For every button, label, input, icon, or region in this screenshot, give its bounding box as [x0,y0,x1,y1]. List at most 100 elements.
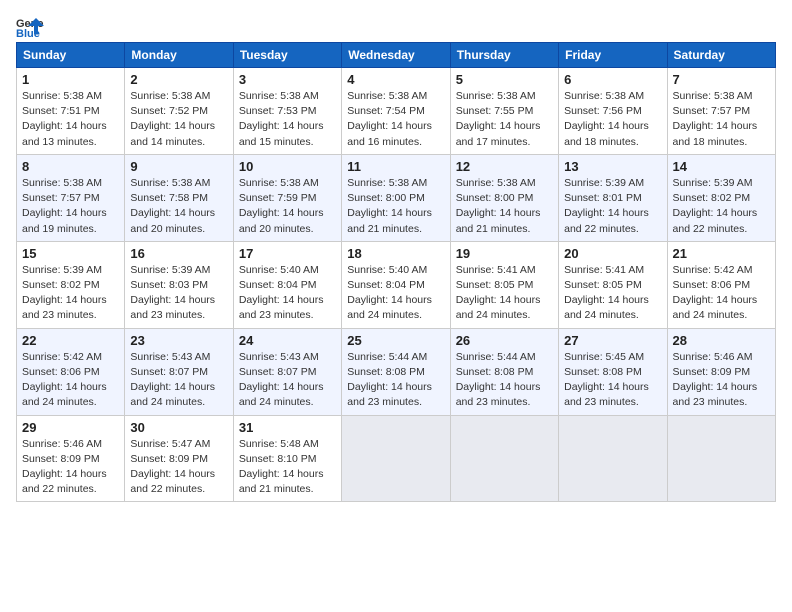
day-info: Sunrise: 5:41 AMSunset: 8:05 PMDaylight:… [564,263,661,324]
calendar-cell: 23 Sunrise: 5:43 AMSunset: 8:07 PMDayligh… [125,328,233,415]
day-info: Sunrise: 5:38 AMSunset: 7:53 PMDaylight:… [239,89,336,150]
calendar-cell: 9 Sunrise: 5:38 AMSunset: 7:58 PMDaylight… [125,154,233,241]
calendar-cell: 30Sunrise: 5:47 AMSunset: 8:09 PMDayligh… [125,415,233,502]
day-number: 12 [456,159,553,174]
calendar-cell: 11Sunrise: 5:38 AMSunset: 8:00 PMDayligh… [342,154,450,241]
calendar-cell: 7 Sunrise: 5:38 AMSunset: 7:57 PMDaylight… [667,68,775,155]
calendar-cell: 14 Sunrise: 5:39 AMSunset: 8:02 PMDayligh… [667,154,775,241]
calendar-cell: 15Sunrise: 5:39 AMSunset: 8:02 PMDayligh… [17,241,125,328]
day-info: Sunrise: 5:46 AMSunset: 8:09 PMDaylight:… [22,437,119,498]
day-number: 19 [456,246,553,261]
day-info: Sunrise: 5:38 AMSunset: 7:55 PMDaylight:… [456,89,553,150]
day-info: Sunrise: 5:46 AMSunset: 8:09 PMDaylight:… [673,350,770,411]
day-number: 7 [673,72,770,87]
calendar-cell: 8 Sunrise: 5:38 AMSunset: 7:57 PMDaylight… [17,154,125,241]
calendar-cell: 29Sunrise: 5:46 AMSunset: 8:09 PMDayligh… [17,415,125,502]
day-number: 22 [22,333,119,348]
day-number: 18 [347,246,444,261]
day-number: 16 [130,246,227,261]
calendar-cell: 2 Sunrise: 5:38 AMSunset: 7:52 PMDaylight… [125,68,233,155]
day-info: Sunrise: 5:40 AMSunset: 8:04 PMDaylight:… [347,263,444,324]
day-info: Sunrise: 5:38 AMSunset: 7:51 PMDaylight:… [22,89,119,150]
day-info: Sunrise: 5:39 AMSunset: 8:02 PMDaylight:… [673,176,770,237]
calendar-header-row: SundayMondayTuesdayWednesdayThursdayFrid… [17,43,776,68]
calendar-cell: 10 Sunrise: 5:38 AMSunset: 7:59 PMDayligh… [233,154,341,241]
calendar-week-row: 15Sunrise: 5:39 AMSunset: 8:02 PMDayligh… [17,241,776,328]
day-header-saturday: Saturday [667,43,775,68]
calendar-cell: 25 Sunrise: 5:44 AMSunset: 8:08 PMDayligh… [342,328,450,415]
day-info: Sunrise: 5:38 AMSunset: 7:56 PMDaylight:… [564,89,661,150]
day-header-sunday: Sunday [17,43,125,68]
day-header-friday: Friday [559,43,667,68]
calendar-week-row: 1 Sunrise: 5:38 AMSunset: 7:51 PMDaylight… [17,68,776,155]
day-info: Sunrise: 5:43 AMSunset: 8:07 PMDaylight:… [130,350,227,411]
day-number: 15 [22,246,119,261]
day-info: Sunrise: 5:44 AMSunset: 8:08 PMDaylight:… [347,350,444,411]
day-number: 10 [239,159,336,174]
calendar-cell: 16 Sunrise: 5:39 AMSunset: 8:03 PMDayligh… [125,241,233,328]
day-info: Sunrise: 5:47 AMSunset: 8:09 PMDaylight:… [130,437,227,498]
calendar-cell: 1 Sunrise: 5:38 AMSunset: 7:51 PMDaylight… [17,68,125,155]
calendar-cell [667,415,775,502]
day-header-wednesday: Wednesday [342,43,450,68]
calendar-table: SundayMondayTuesdayWednesdayThursdayFrid… [16,42,776,502]
calendar-cell [342,415,450,502]
day-number: 25 [347,333,444,348]
day-number: 6 [564,72,661,87]
calendar-cell [450,415,558,502]
day-number: 26 [456,333,553,348]
day-number: 2 [130,72,227,87]
calendar-cell: 4 Sunrise: 5:38 AMSunset: 7:54 PMDaylight… [342,68,450,155]
day-number: 8 [22,159,119,174]
day-number: 1 [22,72,119,87]
day-number: 27 [564,333,661,348]
calendar-week-row: 29Sunrise: 5:46 AMSunset: 8:09 PMDayligh… [17,415,776,502]
day-info: Sunrise: 5:38 AMSunset: 7:59 PMDaylight:… [239,176,336,237]
day-number: 13 [564,159,661,174]
day-info: Sunrise: 5:42 AMSunset: 8:06 PMDaylight:… [22,350,119,411]
day-info: Sunrise: 5:38 AMSunset: 7:57 PMDaylight:… [673,89,770,150]
calendar-cell: 3 Sunrise: 5:38 AMSunset: 7:53 PMDaylight… [233,68,341,155]
calendar-cell: 20 Sunrise: 5:41 AMSunset: 8:05 PMDayligh… [559,241,667,328]
day-number: 5 [456,72,553,87]
day-info: Sunrise: 5:38 AMSunset: 8:00 PMDaylight:… [456,176,553,237]
day-info: Sunrise: 5:45 AMSunset: 8:08 PMDaylight:… [564,350,661,411]
day-number: 14 [673,159,770,174]
calendar-cell: 6 Sunrise: 5:38 AMSunset: 7:56 PMDaylight… [559,68,667,155]
day-number: 20 [564,246,661,261]
logo-icon: General Blue [16,16,44,38]
calendar-cell: 27 Sunrise: 5:45 AMSunset: 8:08 PMDayligh… [559,328,667,415]
day-info: Sunrise: 5:42 AMSunset: 8:06 PMDaylight:… [673,263,770,324]
calendar-cell: 24Sunrise: 5:43 AMSunset: 8:07 PMDayligh… [233,328,341,415]
day-header-thursday: Thursday [450,43,558,68]
day-number: 31 [239,420,336,435]
calendar-cell: 21 Sunrise: 5:42 AMSunset: 8:06 PMDayligh… [667,241,775,328]
day-info: Sunrise: 5:44 AMSunset: 8:08 PMDaylight:… [456,350,553,411]
day-number: 21 [673,246,770,261]
day-header-monday: Monday [125,43,233,68]
calendar-cell: 13Sunrise: 5:39 AMSunset: 8:01 PMDayligh… [559,154,667,241]
day-info: Sunrise: 5:38 AMSunset: 8:00 PMDaylight:… [347,176,444,237]
day-number: 3 [239,72,336,87]
day-number: 23 [130,333,227,348]
calendar-cell: 22 Sunrise: 5:42 AMSunset: 8:06 PMDayligh… [17,328,125,415]
day-info: Sunrise: 5:38 AMSunset: 7:57 PMDaylight:… [22,176,119,237]
day-info: Sunrise: 5:40 AMSunset: 8:04 PMDaylight:… [239,263,336,324]
calendar-cell [559,415,667,502]
day-number: 17 [239,246,336,261]
calendar-cell: 19Sunrise: 5:41 AMSunset: 8:05 PMDayligh… [450,241,558,328]
calendar-cell: 5 Sunrise: 5:38 AMSunset: 7:55 PMDaylight… [450,68,558,155]
calendar-week-row: 22 Sunrise: 5:42 AMSunset: 8:06 PMDayligh… [17,328,776,415]
calendar-cell: 18 Sunrise: 5:40 AMSunset: 8:04 PMDayligh… [342,241,450,328]
calendar-cell: 26 Sunrise: 5:44 AMSunset: 8:08 PMDayligh… [450,328,558,415]
day-info: Sunrise: 5:38 AMSunset: 7:58 PMDaylight:… [130,176,227,237]
day-number: 9 [130,159,227,174]
day-number: 24 [239,333,336,348]
day-info: Sunrise: 5:39 AMSunset: 8:03 PMDaylight:… [130,263,227,324]
day-info: Sunrise: 5:38 AMSunset: 7:52 PMDaylight:… [130,89,227,150]
day-info: Sunrise: 5:48 AMSunset: 8:10 PMDaylight:… [239,437,336,498]
calendar-cell: 28Sunrise: 5:46 AMSunset: 8:09 PMDayligh… [667,328,775,415]
calendar-cell: 17 Sunrise: 5:40 AMSunset: 8:04 PMDayligh… [233,241,341,328]
day-number: 4 [347,72,444,87]
day-info: Sunrise: 5:38 AMSunset: 7:54 PMDaylight:… [347,89,444,150]
